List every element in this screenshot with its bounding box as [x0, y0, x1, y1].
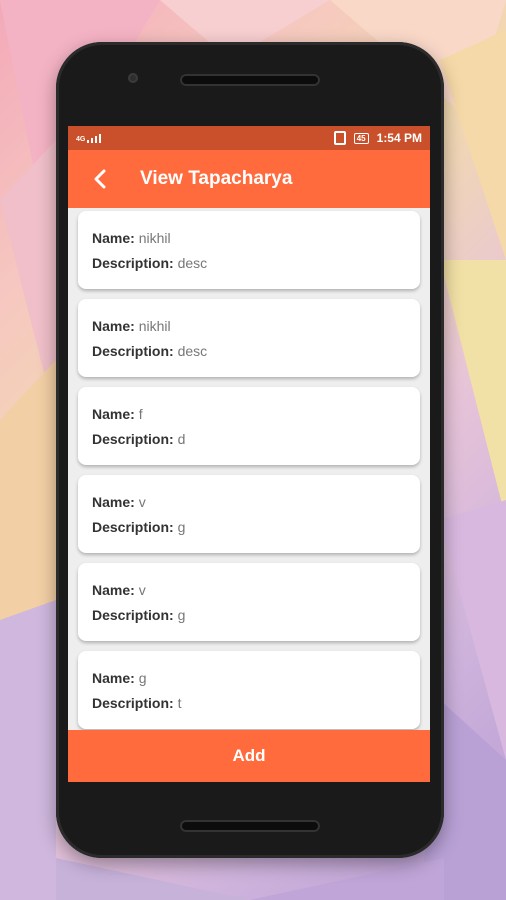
- name-label: Name:: [92, 406, 135, 422]
- name-value: g: [138, 670, 147, 686]
- name-label: Name:: [92, 582, 135, 598]
- battery-icon: 45: [353, 132, 369, 144]
- list-item[interactable]: Name: g Description: t: [78, 651, 420, 729]
- description-label: Description:: [92, 255, 174, 271]
- description-label: Description:: [92, 695, 174, 711]
- tapacharya-list: Name: nikhil Description: desc Name: nik…: [68, 208, 430, 729]
- description-label: Description:: [92, 431, 174, 447]
- signal-icon: 4G: [76, 133, 102, 143]
- name-label: Name:: [92, 494, 135, 510]
- list-item[interactable]: Name: nikhil Description: desc: [78, 299, 420, 377]
- description-value: desc: [177, 255, 208, 271]
- description-label: Description:: [92, 607, 174, 623]
- app-bar: View Tapacharya: [68, 150, 430, 208]
- description-value: g: [177, 519, 186, 535]
- speaker-grille-bottom: [180, 820, 320, 832]
- description-value: g: [177, 607, 186, 623]
- description-label: Description:: [92, 519, 174, 535]
- network-type: 4G: [76, 135, 86, 143]
- name-value: nikhil: [138, 230, 171, 246]
- description-value: d: [177, 431, 186, 447]
- description-value: desc: [177, 343, 208, 359]
- add-button[interactable]: Add: [68, 730, 430, 782]
- name-label: Name:: [92, 670, 135, 686]
- list-item[interactable]: Name: v Description: g: [78, 563, 420, 641]
- name-label: Name:: [92, 318, 135, 334]
- back-arrow-icon[interactable]: [88, 167, 112, 191]
- camera-icon: [128, 73, 138, 83]
- name-value: nikhil: [138, 318, 171, 334]
- list-item[interactable]: Name: nikhil Description: desc: [78, 211, 420, 289]
- list-item[interactable]: Name: f Description: d: [78, 387, 420, 465]
- page-title: View Tapacharya: [140, 168, 293, 189]
- app-screen: 4G 45 1:54 PM View Tapacharya Name: nikh…: [68, 126, 430, 782]
- name-value: v: [138, 494, 146, 510]
- name-value: v: [138, 582, 146, 598]
- vibrate-icon: [333, 131, 346, 145]
- name-value: f: [138, 406, 143, 422]
- status-bar: 4G 45 1:54 PM: [68, 126, 430, 150]
- name-label: Name:: [92, 230, 135, 246]
- list-item[interactable]: Name: v Description: g: [78, 475, 420, 553]
- description-value: t: [177, 695, 182, 711]
- clock: 1:54 PM: [376, 131, 422, 145]
- description-label: Description:: [92, 343, 174, 359]
- speaker-grille: [180, 74, 320, 86]
